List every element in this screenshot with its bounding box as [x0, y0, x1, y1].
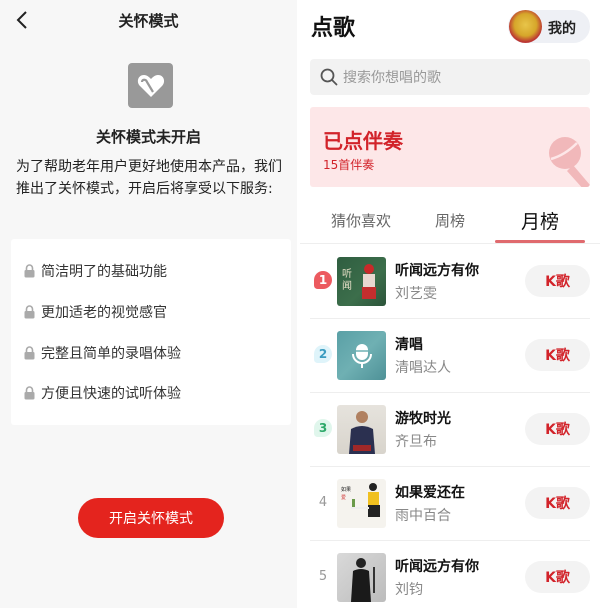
accompaniment-card[interactable]: 已点伴奏 15首伴奏	[310, 107, 590, 187]
feature-label: 更加适老的视觉感官	[41, 305, 167, 321]
chart-tabs: 猜你喜欢 周榜 月榜	[300, 200, 600, 244]
karaoke-button[interactable]: K歌	[525, 487, 590, 519]
song-row[interactable]: 3 游牧时光 齐旦布 K歌	[310, 393, 590, 467]
heart-hand-icon	[128, 63, 173, 108]
feature-label: 完整且简单的录唱体验	[41, 346, 181, 362]
song-artist: 雨中百合	[395, 508, 451, 524]
lock-icon	[24, 305, 35, 319]
rank-number: 4	[318, 494, 328, 510]
rank-badge: 3	[314, 419, 332, 437]
care-mode-header: 关怀模式	[0, 0, 297, 40]
care-mode-panel: 关怀模式 关怀模式未开启 为了帮助老年用户更好地使用本产品，我们推出了关怀模式，…	[0, 0, 297, 608]
karaoke-button[interactable]: K歌	[525, 265, 590, 297]
my-profile-label: 我的	[548, 21, 576, 37]
feature-list: 简洁明了的基础功能 更加适老的视觉感官 完整且简单的录唱体验 方便且快速的试听体…	[11, 239, 291, 425]
feature-item: 更加适老的视觉感官	[24, 302, 167, 322]
feature-label: 方便且快速的试听体验	[41, 386, 181, 402]
karaoke-button[interactable]: K歌	[525, 413, 590, 445]
search-placeholder: 搜索你想唱的歌	[343, 70, 441, 86]
search-icon	[320, 68, 338, 86]
care-mode-status: 关怀模式未开启	[95, 128, 201, 146]
svg-text:如果: 如果	[341, 486, 351, 493]
song-artist: 刘钧	[395, 582, 423, 598]
song-row[interactable]: 2 清唱 清唱达人 K歌	[310, 319, 590, 393]
karaoke-button[interactable]: K歌	[525, 561, 590, 593]
lock-icon	[24, 386, 35, 400]
song-request-panel: 点歌 我的 搜索你想唱的歌 已点伴奏 15首伴奏 猜你喜欢 周榜 月榜 1 听闻…	[300, 0, 600, 608]
tab-weekly-chart[interactable]: 周榜	[435, 210, 465, 231]
album-cover: 听闻	[337, 257, 386, 306]
care-mode-description: 为了帮助老年用户更好地使用本产品，我们推出了关怀模式，开启后将享受以下服务:	[16, 159, 282, 197]
song-title: 游牧时光	[395, 411, 451, 427]
song-title: 听闻远方有你	[395, 559, 479, 575]
enable-care-mode-button[interactable]: 开启关怀模式	[78, 498, 224, 538]
svg-text:爱: 爱	[341, 494, 346, 501]
microphone-icon	[351, 343, 372, 368]
song-artist: 刘艺雯	[395, 286, 437, 302]
lock-icon	[24, 346, 35, 360]
song-artist: 清唱达人	[395, 360, 451, 376]
feature-item: 完整且简单的录唱体验	[24, 343, 181, 363]
accompaniment-count: 15首伴奏	[323, 158, 375, 172]
song-artist: 齐旦布	[395, 434, 437, 450]
my-profile-button[interactable]: 我的	[508, 10, 590, 43]
feature-item: 方便且快速的试听体验	[24, 383, 181, 403]
search-input[interactable]: 搜索你想唱的歌	[310, 59, 590, 95]
song-title: 清唱	[395, 337, 423, 353]
lock-icon	[24, 264, 35, 278]
svg-text:听: 听	[342, 268, 352, 280]
karaoke-button[interactable]: K歌	[525, 339, 590, 371]
avatar	[509, 10, 542, 43]
song-row[interactable]: 4 如果爱 如果爱还在 雨中百合 K歌	[310, 467, 590, 541]
song-row[interactable]: 5 听闻远方有你 刘钧 K歌	[310, 541, 590, 608]
tab-guess-you-like[interactable]: 猜你喜欢	[331, 210, 391, 231]
svg-text:闻: 闻	[342, 279, 352, 292]
feature-item: 简洁明了的基础功能	[24, 261, 167, 281]
accompaniment-title: 已点伴奏	[323, 129, 403, 153]
active-tab-indicator	[495, 240, 585, 243]
rank-badge: 1	[314, 271, 332, 289]
page-title: 点歌	[311, 16, 356, 41]
rank-badge: 2	[314, 345, 332, 363]
rank-number: 5	[318, 568, 328, 584]
album-cover	[337, 553, 386, 602]
album-cover: 如果爱	[337, 479, 386, 528]
page-title: 关怀模式	[118, 12, 179, 30]
feature-label: 简洁明了的基础功能	[41, 264, 167, 280]
album-cover	[337, 405, 386, 454]
album-cover	[337, 331, 386, 380]
microphone-icon	[549, 137, 590, 187]
tab-monthly-chart[interactable]: 月榜	[521, 207, 559, 234]
song-title: 听闻远方有你	[395, 263, 479, 279]
song-row[interactable]: 1 听闻 听闻远方有你 刘艺雯 K歌	[310, 245, 590, 319]
song-title: 如果爱还在	[395, 485, 465, 501]
